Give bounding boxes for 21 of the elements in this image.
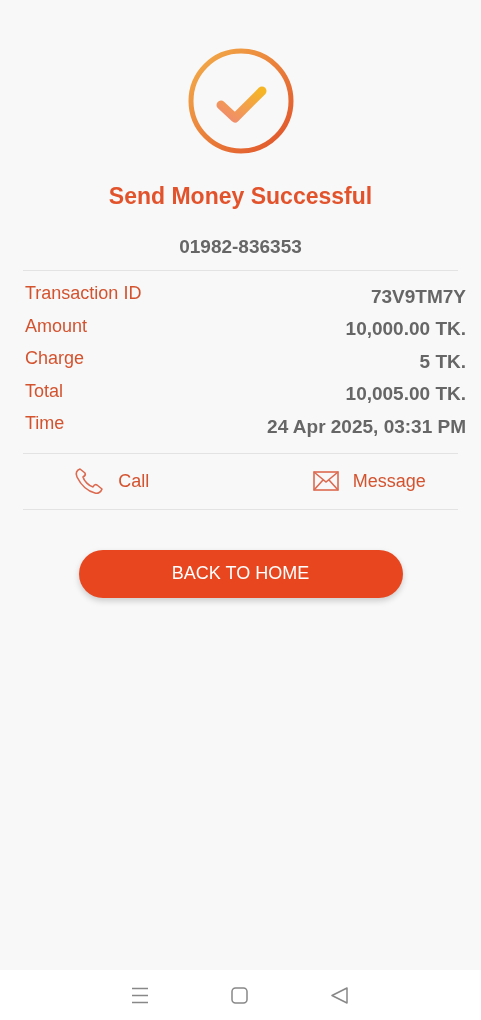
back-icon[interactable]	[330, 986, 348, 1004]
detail-value: 5 TK.	[419, 350, 466, 373]
phone-icon	[74, 467, 105, 495]
menu-icon[interactable]	[131, 986, 150, 1004]
detail-label: Amount	[25, 315, 88, 337]
envelope-icon	[312, 471, 339, 491]
home-icon[interactable]	[231, 986, 249, 1004]
recipient-number: 01982-836353	[179, 236, 302, 258]
detail-value: 24 Apr 2025, 03:31 PM	[267, 415, 466, 438]
back-to-home-button[interactable]: BACK TO HOME	[78, 549, 403, 598]
call-button[interactable]: Call	[23, 453, 241, 509]
message-button[interactable]: Message	[240, 453, 458, 509]
detail-value: 10,005.00 TK.	[345, 383, 466, 406]
success-title: Send Money Successful	[108, 183, 373, 210]
detail-label: Total	[25, 380, 64, 402]
detail-value: 10,000.00 TK.	[345, 318, 466, 341]
detail-label: Charge	[25, 348, 85, 370]
detail-label: Transaction ID	[25, 283, 142, 305]
detail-value: 73V9TM7Y	[370, 285, 466, 308]
checkmark-circle-icon	[186, 47, 295, 155]
detail-label: Time	[25, 413, 65, 435]
